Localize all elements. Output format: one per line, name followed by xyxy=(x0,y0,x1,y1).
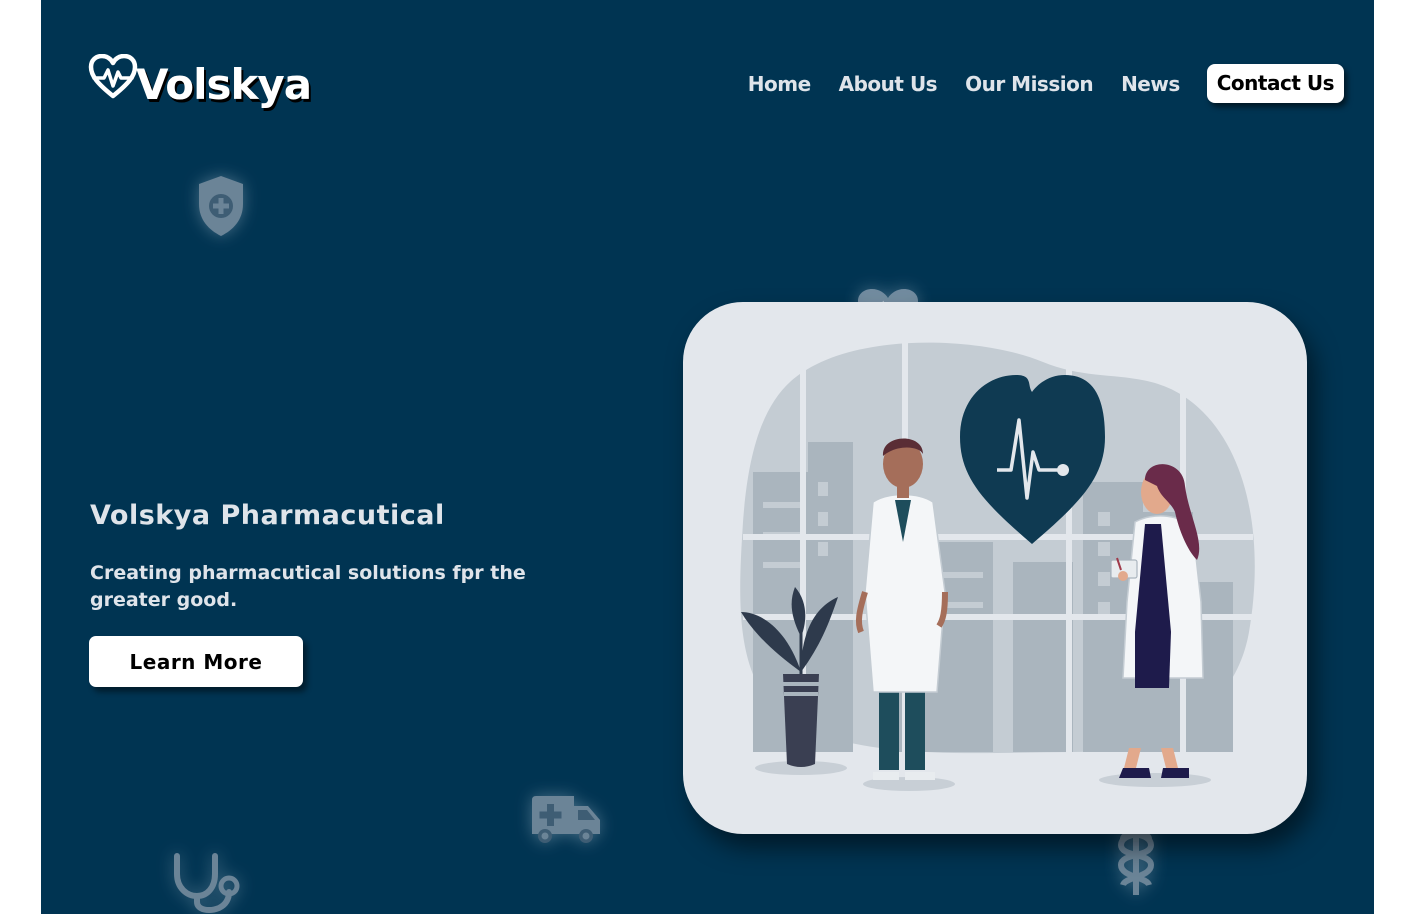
heartbeat-heart-icon xyxy=(88,54,138,99)
illustration-card xyxy=(683,302,1307,834)
page: Volskya Home About Us Our Mission News C… xyxy=(41,0,1374,914)
brand-logo[interactable]: Volskya xyxy=(88,54,312,109)
shield-plus-icon xyxy=(199,176,243,236)
contact-us-button[interactable]: Contact Us xyxy=(1206,64,1344,103)
main-nav: Home About Us Our Mission News Contact U… xyxy=(720,64,1344,103)
nav-home[interactable]: Home xyxy=(748,72,811,96)
stethoscope-icon xyxy=(174,853,240,913)
nav-our-mission[interactable]: Our Mission xyxy=(965,72,1093,96)
hero-subtitle: Creating pharmacutical solutions fpr the… xyxy=(90,562,526,611)
ambulance-icon xyxy=(532,796,600,843)
brand-name: Volskya xyxy=(136,60,312,109)
learn-more-button[interactable]: Learn More xyxy=(89,636,303,687)
hero-title: Volskya Pharmacutical xyxy=(90,500,445,531)
nav-news[interactable]: News xyxy=(1121,72,1180,96)
nav-about-us[interactable]: About Us xyxy=(839,72,938,96)
doctors-heartbeat-illustration xyxy=(740,342,1255,791)
